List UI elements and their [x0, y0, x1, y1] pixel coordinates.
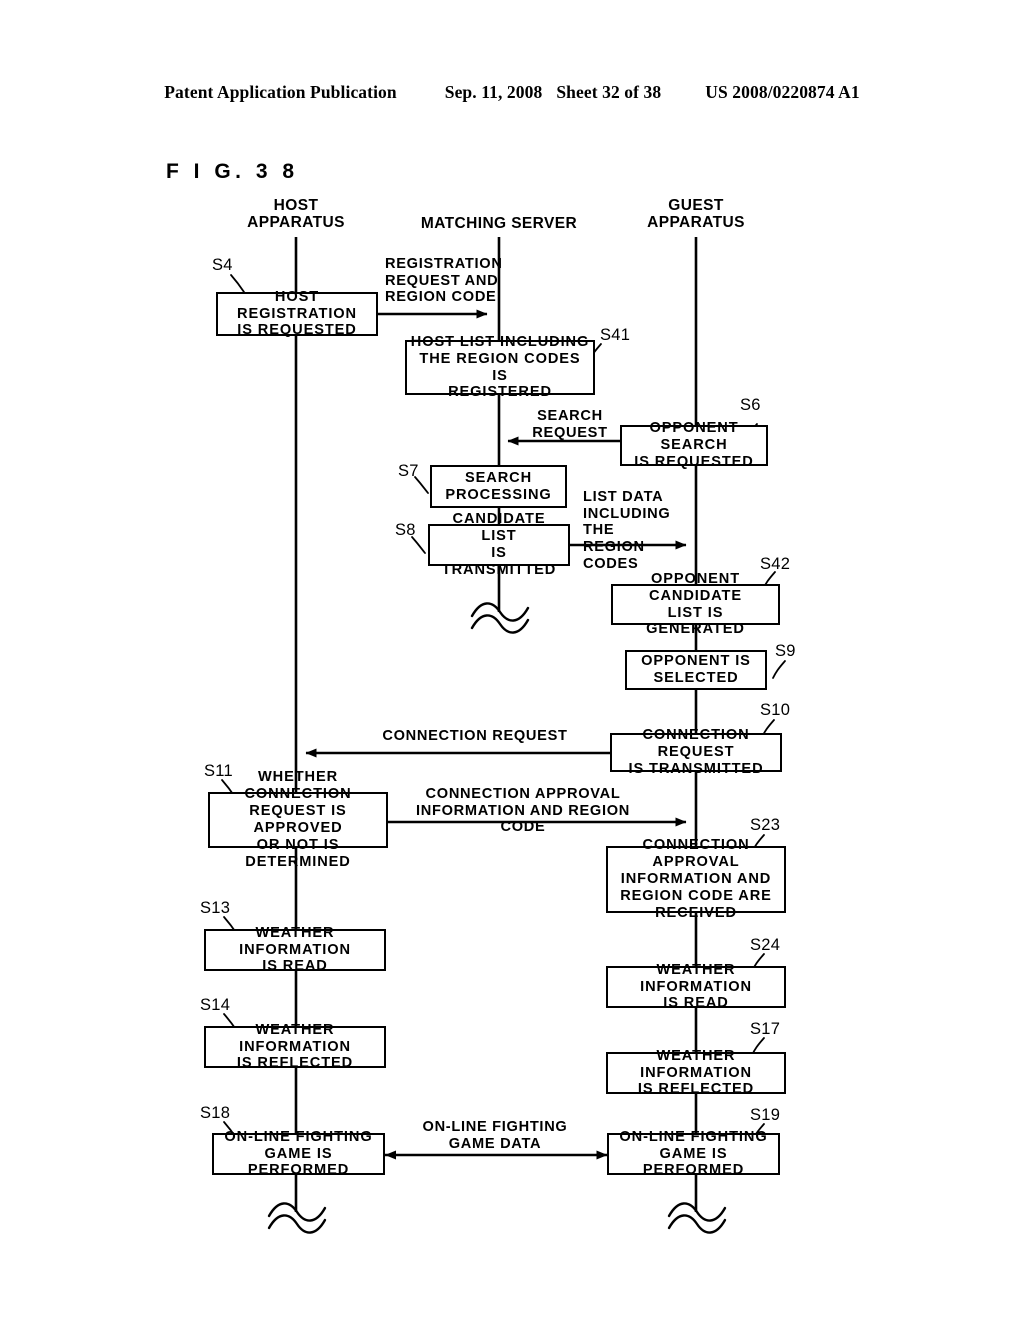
- sequence-diagram: HOST APPARATUS MATCHING SERVER GUEST APP…: [0, 0, 1024, 1320]
- step-box-s18[interactable]: ON-LINE FIGHTING GAME IS PERFORMED: [212, 1129, 385, 1178]
- step-ref-s41: S41: [600, 326, 631, 344]
- step-ref-s11: S11: [204, 762, 234, 780]
- step-box-s42[interactable]: OPPONENT CANDIDATE LIST IS GENERATED: [611, 571, 780, 637]
- step-box-s17[interactable]: WEATHER INFORMATION IS REFLECTED: [606, 1048, 786, 1097]
- step-box-s6[interactable]: OPPONENT SEARCH IS REQUESTED: [620, 420, 768, 470]
- step-ref-s18: S18: [200, 1104, 231, 1122]
- step-box-s14[interactable]: WEATHER INFORMATION IS REFLECTED: [204, 1022, 386, 1071]
- step-ref-s42: S42: [760, 555, 791, 573]
- step-ref-s19: S19: [750, 1106, 781, 1124]
- step-ref-s10: S10: [760, 701, 791, 719]
- step-box-s9[interactable]: OPPONENT IS SELECTED: [625, 650, 767, 690]
- step-box-s11[interactable]: WHETHER CONNECTION REQUEST IS APPROVED O…: [208, 769, 388, 870]
- step-ref-s23: S23: [750, 816, 781, 834]
- step-ref-s13: S13: [200, 899, 231, 917]
- step-box-s7[interactable]: SEARCH PROCESSING: [430, 465, 567, 508]
- step-ref-s14: S14: [200, 996, 231, 1014]
- step-ref-s17: S17: [750, 1020, 781, 1038]
- message-label-connection-request: CONNECTION REQUEST: [382, 728, 568, 744]
- step-box-s24[interactable]: WEATHER INFORMATION IS READ: [606, 962, 786, 1011]
- step-ref-s7: S7: [398, 462, 419, 480]
- step-ref-s9: S9: [775, 642, 796, 660]
- step-ref-s6: S6: [740, 396, 761, 414]
- message-label-registration-request: REGISTRATION REQUEST AND REGION CODE: [385, 256, 503, 306]
- lane-title-guest: GUEST APPARATUS: [647, 197, 745, 232]
- step-box-s4[interactable]: HOST REGISTRATION IS REQUESTED: [216, 289, 378, 338]
- game-data-arrowheads: [385, 1150, 396, 1160]
- lane-title-host: HOST APPARATUS: [247, 197, 345, 232]
- step-box-s13[interactable]: WEATHER INFORMATION IS READ: [204, 925, 386, 974]
- step-box-s8[interactable]: CANDIDATE LIST IS TRANSMITTED: [428, 511, 570, 578]
- message-label-list-data: LIST DATA INCLUDING THE REGION CODES: [583, 489, 671, 572]
- step-ref-s4: S4: [212, 256, 233, 274]
- message-label-game-data: ON-LINE FIGHTING GAME DATA: [422, 1119, 568, 1152]
- step-ref-s24: S24: [750, 936, 781, 954]
- step-box-s41[interactable]: HOST LIST INCLUDING THE REGION CODES IS …: [405, 334, 595, 400]
- step-box-s19[interactable]: ON-LINE FIGHTING GAME IS PERFORMED: [607, 1129, 780, 1178]
- step-box-s10[interactable]: CONNECTION REQUEST IS TRANSMITTED: [610, 727, 782, 777]
- message-label-search-request: SEARCH REQUEST: [532, 408, 608, 441]
- lane-title-matching-server: MATCHING SERVER: [420, 215, 578, 232]
- step-box-s23[interactable]: CONNECTION APPROVAL INFORMATION AND REGI…: [606, 837, 786, 921]
- step-ref-s8: S8: [395, 521, 416, 539]
- message-label-connection-approval: CONNECTION APPROVAL INFORMATION AND REGI…: [415, 786, 631, 836]
